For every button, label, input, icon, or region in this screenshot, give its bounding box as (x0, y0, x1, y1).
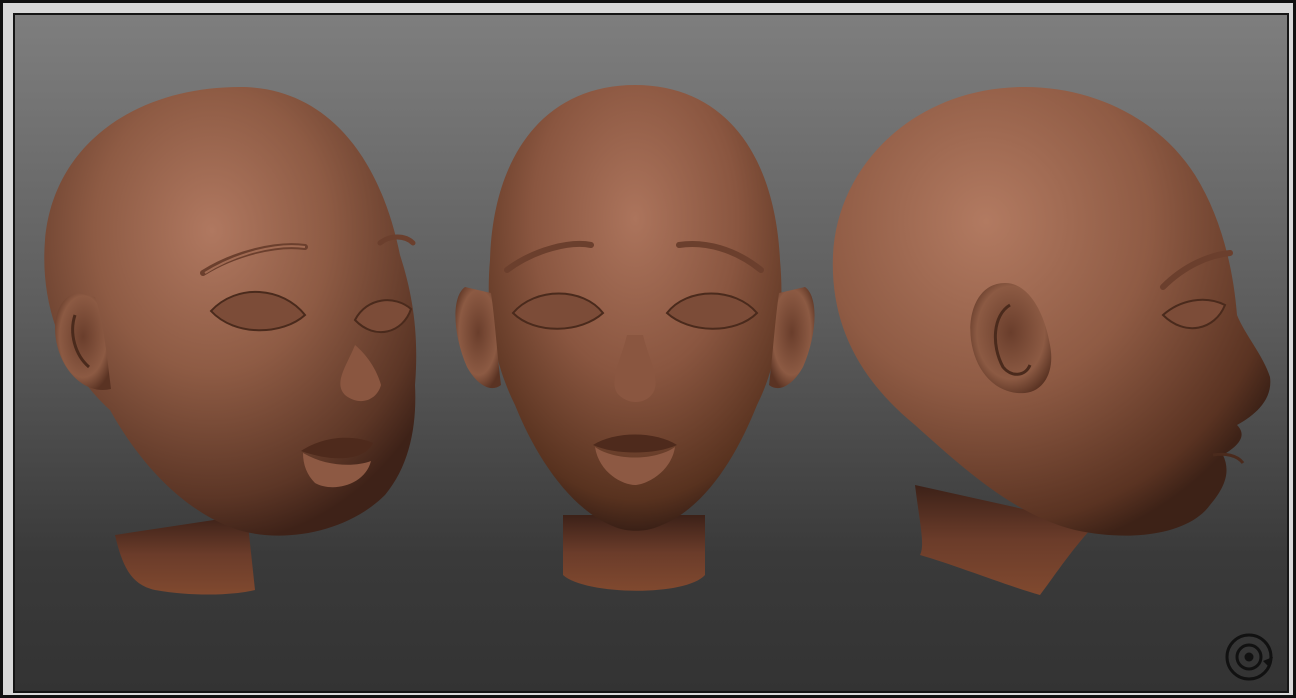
head-front-view (455, 85, 815, 591)
image-frame (0, 0, 1296, 698)
head-profile-view (832, 87, 1271, 595)
head-sculpt-render (44, 85, 1271, 595)
head-three-quarter-view (44, 87, 417, 595)
circular-target-logo-icon (1225, 633, 1273, 681)
render-canvas (13, 13, 1289, 693)
